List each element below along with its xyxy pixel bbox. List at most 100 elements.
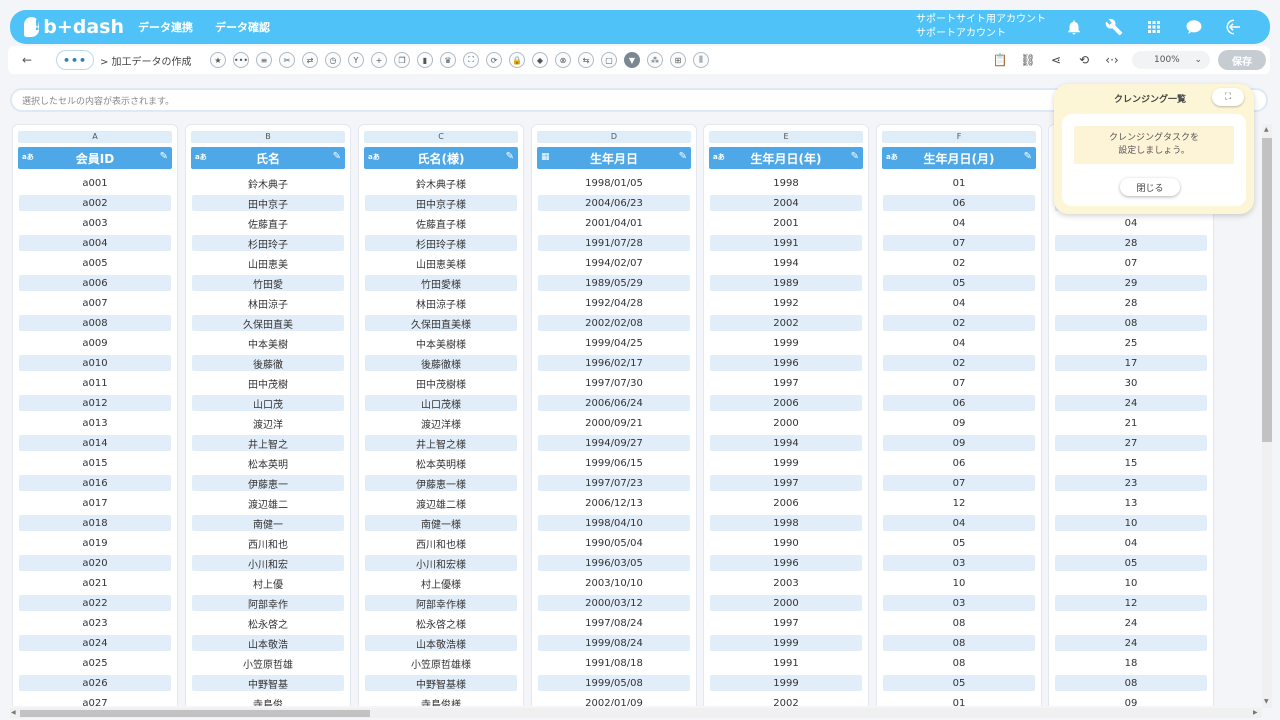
clipboard-icon[interactable]: 📋 — [992, 52, 1008, 68]
table-cell[interactable]: 2000/03/12 — [538, 595, 690, 611]
column-header[interactable]: aあ 生年月日(月) ✎ — [882, 147, 1036, 169]
table-cell[interactable]: 小川和宏様 — [365, 555, 517, 571]
table-cell[interactable]: 2006 — [710, 395, 862, 411]
table-cell[interactable]: 1989 — [710, 275, 862, 291]
table-cell[interactable]: 27 — [1055, 435, 1207, 451]
table-cell[interactable]: 02 — [883, 253, 1035, 273]
table-cell[interactable]: 1994 — [710, 253, 862, 273]
table-cell[interactable]: 1991/08/18 — [538, 653, 690, 673]
pencil-icon[interactable]: ✎ — [506, 151, 514, 162]
table-cell[interactable]: 29 — [1055, 275, 1207, 291]
apps-grid-icon[interactable] — [1144, 17, 1164, 37]
column-letter[interactable]: F — [882, 131, 1036, 143]
swap-icon[interactable]: ⇄ — [302, 52, 318, 68]
table-cell[interactable]: 1998/01/05 — [538, 173, 690, 193]
table-cell[interactable]: 2000 — [710, 413, 862, 433]
table-cell[interactable]: 鈴木典子 — [192, 173, 344, 193]
table-cell[interactable]: 杉田玲子様 — [365, 235, 517, 251]
table-cell[interactable]: a002 — [19, 195, 171, 211]
nav-item-data-link[interactable]: データ連携 — [138, 19, 193, 35]
support-chat-icon[interactable] — [1184, 17, 1204, 37]
table-cell[interactable]: 2000/09/21 — [538, 413, 690, 433]
table-cell[interactable]: 06 — [883, 453, 1035, 473]
table-cell[interactable]: 28 — [1055, 235, 1207, 251]
table-cell[interactable]: 05 — [883, 533, 1035, 553]
table-cell[interactable]: 田中京子様 — [365, 195, 517, 211]
table-cell[interactable]: 寺島俊 — [192, 693, 344, 707]
table-cell[interactable]: 2004/06/23 — [538, 195, 690, 211]
table-cell[interactable]: 竹田愛様 — [365, 275, 517, 291]
table-cell[interactable]: 阿部幸作 — [192, 595, 344, 611]
expand-icon[interactable]: ⛶ — [463, 52, 479, 68]
table-cell[interactable]: 田中京子 — [192, 195, 344, 211]
table-cell[interactable]: 1999/06/15 — [538, 453, 690, 473]
table-cell[interactable]: 松本英明 — [192, 453, 344, 473]
vertical-scroll-thumb[interactable] — [1262, 138, 1272, 442]
table-cell[interactable]: 04 — [1055, 533, 1207, 553]
table-cell[interactable]: a018 — [19, 515, 171, 531]
hierarchy-icon[interactable]: ⛓ — [1020, 52, 1036, 68]
table-cell[interactable]: 小笠原哲雄 — [192, 653, 344, 673]
horizontal-scroll-thumb[interactable] — [20, 710, 370, 717]
crown-icon[interactable]: ♛ — [440, 52, 456, 68]
table-cell[interactable]: 井上智之 — [192, 435, 344, 451]
table-cell[interactable]: a017 — [19, 493, 171, 513]
table-cell[interactable]: a014 — [19, 435, 171, 451]
table-cell[interactable]: 渡辺雄二様 — [365, 493, 517, 513]
table-cell[interactable]: 田中茂樹様 — [365, 373, 517, 393]
column-letter[interactable]: C — [364, 131, 518, 143]
table-cell[interactable]: 1994 — [710, 435, 862, 451]
table-cell[interactable]: 1996 — [710, 555, 862, 571]
table-cell[interactable]: 1996/03/05 — [538, 555, 690, 571]
table-cell[interactable]: 1996 — [710, 355, 862, 371]
table-cell[interactable]: 01 — [883, 693, 1035, 707]
copy-icon[interactable]: ❐ — [394, 52, 410, 68]
ellipsis-icon[interactable]: ••• — [233, 52, 249, 68]
table-cell[interactable]: 2003/10/10 — [538, 573, 690, 593]
table-cell[interactable]: a003 — [19, 213, 171, 233]
table-cell[interactable]: 1992/04/28 — [538, 293, 690, 313]
table-cell[interactable]: 1997/08/24 — [538, 613, 690, 633]
table-cell[interactable]: 04 — [883, 213, 1035, 233]
table-cell[interactable]: 1996/02/17 — [538, 355, 690, 371]
table-cell[interactable]: 01 — [883, 173, 1035, 193]
table-icon[interactable]: ⊞ — [670, 52, 686, 68]
convert-icon[interactable]: ⇆ — [578, 52, 594, 68]
table-cell[interactable]: 1997 — [710, 475, 862, 491]
expand-icon[interactable]: ⛶ — [1212, 88, 1244, 106]
table-cell[interactable]: 1991/07/28 — [538, 235, 690, 251]
table-cell[interactable]: 1999/04/25 — [538, 333, 690, 353]
table-cell[interactable]: 21 — [1055, 413, 1207, 433]
table-cell[interactable]: 09 — [1055, 693, 1207, 707]
table-cell[interactable]: 07 — [1055, 253, 1207, 273]
table-cell[interactable]: 1999/05/08 — [538, 675, 690, 691]
table-cell[interactable]: 08 — [883, 613, 1035, 633]
table-cell[interactable]: 09 — [883, 413, 1035, 433]
table-cell[interactable]: 1991 — [710, 653, 862, 673]
table-cell[interactable]: 山本敬浩 — [192, 635, 344, 651]
box-icon[interactable]: ◆ — [532, 52, 548, 68]
table-cell[interactable]: 25 — [1055, 333, 1207, 353]
table-cell[interactable]: 村上優様 — [365, 573, 517, 593]
column-header[interactable]: aあ 氏名 ✎ — [191, 147, 345, 169]
table-cell[interactable]: 杉田玲子 — [192, 235, 344, 251]
table-cell[interactable]: 鈴木典子様 — [365, 173, 517, 193]
table-cell[interactable]: 08 — [883, 653, 1035, 673]
table-cell[interactable]: 伊藤恵一様 — [365, 475, 517, 491]
nav-item-data-check[interactable]: データ確認 — [215, 19, 270, 35]
table-cell[interactable]: 後藤徹様 — [365, 355, 517, 371]
table-cell[interactable]: 2006/06/24 — [538, 395, 690, 411]
table-cell[interactable]: 小笠原哲雄様 — [365, 653, 517, 673]
pencil-icon[interactable]: ✎ — [160, 151, 168, 162]
cancel-icon[interactable]: ⊗ — [555, 52, 571, 68]
table-cell[interactable]: 05 — [883, 275, 1035, 291]
table-cell[interactable]: 02 — [883, 355, 1035, 371]
tools-icon[interactable]: ✂ — [279, 52, 295, 68]
vertical-scrollbar[interactable]: ▲ ▼ — [1262, 124, 1272, 708]
table-cell[interactable]: 山口茂様 — [365, 395, 517, 411]
table-cell[interactable]: a025 — [19, 653, 171, 673]
table-cell[interactable]: 23 — [1055, 475, 1207, 491]
table-cell[interactable]: 2001 — [710, 213, 862, 233]
table-cell[interactable]: 2006/12/13 — [538, 493, 690, 513]
close-button[interactable]: 閉じる — [1120, 178, 1180, 196]
